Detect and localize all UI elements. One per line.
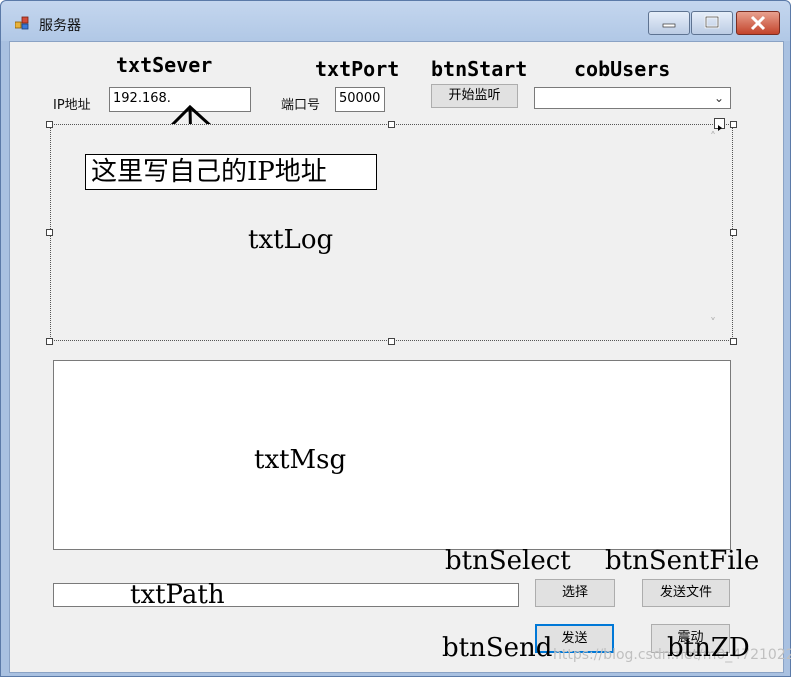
maximize-icon	[704, 15, 720, 29]
ip-label: IP地址	[53, 98, 91, 113]
chevron-down-icon[interactable]: ⌄	[714, 91, 724, 105]
annotation-btnzd: btnZD	[667, 633, 750, 663]
scroll-down-icon[interactable]: ˅	[710, 316, 716, 330]
resize-handle[interactable]	[730, 338, 737, 345]
send-file-button[interactable]: 发送文件	[642, 579, 730, 607]
log-scrollbar[interactable]: ˄ ˅	[706, 128, 728, 336]
resize-handle[interactable]	[46, 338, 53, 345]
select-file-button[interactable]: 选择	[535, 579, 615, 607]
window-title: 服务器	[39, 18, 81, 34]
annotation-txtlog: txtLog	[248, 225, 334, 255]
maximize-button[interactable]	[691, 11, 733, 35]
message-textbox[interactable]	[53, 360, 731, 550]
annotation-txtport: txtPort	[315, 57, 400, 81]
annotation-btnselect: btnSelect	[445, 546, 571, 576]
resize-handle[interactable]	[730, 229, 737, 236]
users-combobox[interactable]: ⌄	[534, 87, 731, 109]
minimize-icon	[662, 23, 676, 28]
annotation-btnsentfile: btnSentFile	[605, 546, 760, 576]
title-bar: 服务器	[1, 1, 790, 41]
annotation-txtpath: txtPath	[130, 580, 225, 610]
close-icon	[750, 15, 766, 31]
minimize-button[interactable]	[648, 11, 690, 35]
resize-handle[interactable]	[46, 121, 53, 128]
resize-handle[interactable]	[46, 229, 53, 236]
start-listen-button[interactable]: 开始监听	[431, 84, 518, 108]
ip-note-callout: 这里写自己的IP地址	[85, 154, 377, 190]
port-label: 端口号	[281, 98, 321, 113]
path-textbox[interactable]	[53, 583, 519, 607]
close-button[interactable]	[736, 11, 780, 35]
annotation-cobusers: cobUsers	[574, 57, 671, 81]
annotation-txtsever: txtSever	[116, 53, 213, 77]
annotation-btnstart: btnStart	[431, 57, 528, 81]
resize-handle[interactable]	[730, 121, 737, 128]
annotation-btnsend: btnSend	[442, 633, 553, 663]
resize-handle[interactable]	[388, 338, 395, 345]
port-input[interactable]: 50000	[335, 87, 385, 112]
app-icon	[15, 16, 29, 30]
resize-handle[interactable]	[388, 121, 395, 128]
scroll-up-icon[interactable]: ˄	[710, 130, 716, 144]
annotation-txtmsg: txtMsg	[254, 445, 347, 475]
